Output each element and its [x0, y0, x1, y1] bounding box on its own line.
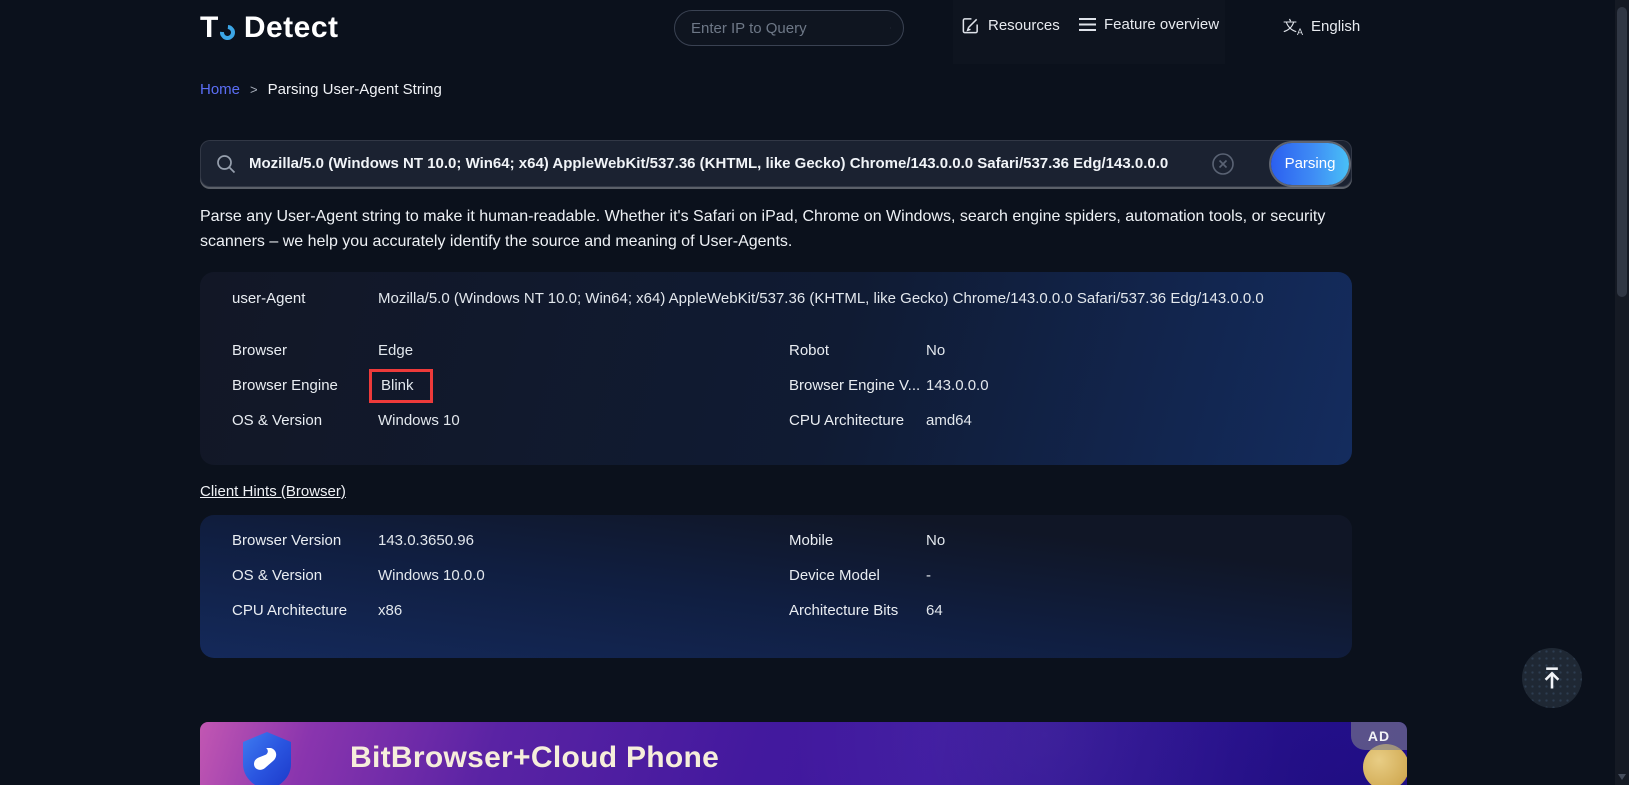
scrollbar-thumb[interactable]: [1617, 7, 1627, 297]
scrollbar-track[interactable]: [1615, 0, 1629, 785]
parsing-button[interactable]: Parsing: [1271, 143, 1349, 185]
row-value-text: Blink: [381, 377, 414, 394]
resources-icon: [961, 16, 980, 35]
nav-item-feature-overview[interactable]: Feature overview: [1079, 16, 1219, 33]
table-row: Browser Engine Blink Browser Engine V...…: [232, 377, 1320, 403]
row-label: Browser Engine V...: [789, 377, 926, 394]
row-value: Windows 10: [378, 412, 789, 429]
breadcrumb-separator: >: [250, 82, 258, 97]
row-label: Browser Engine: [232, 377, 378, 394]
row-label: Browser Version: [232, 532, 378, 549]
breadcrumb-current: Parsing User-Agent String: [268, 81, 442, 98]
nav-label: Resources: [988, 17, 1060, 34]
row-label: OS & Version: [232, 567, 378, 584]
row-value: -: [926, 567, 1320, 584]
table-row: user-Agent Mozilla/5.0 (Windows NT 10.0;…: [232, 290, 1320, 307]
language-icon: 文A: [1283, 16, 1303, 37]
menu-icon: [1079, 17, 1096, 32]
table-row: OS & Version Windows 10 CPU Architecture…: [232, 412, 1320, 429]
row-label: Architecture Bits: [789, 602, 926, 619]
row-value: amd64: [926, 412, 1320, 429]
arrow-up-to-bar-icon: [1538, 664, 1566, 692]
table-row: CPU Architecture x86 Architecture Bits 6…: [232, 602, 1320, 619]
row-value: Blink: [378, 377, 789, 403]
row-label: Mobile: [789, 532, 926, 549]
search-icon[interactable]: [890, 18, 891, 38]
ad-banner-title: BitBrowser+Cloud Phone: [350, 741, 719, 775]
ua-query-bar[interactable]: Parsing: [200, 140, 1352, 187]
row-value: Mozilla/5.0 (Windows NT 10.0; Win64; x64…: [378, 290, 1320, 307]
logo[interactable]: T Detect: [200, 11, 339, 45]
table-row: Browser Edge Robot No: [232, 342, 1320, 359]
highlight-box: Blink: [369, 369, 433, 403]
row-label: CPU Architecture: [789, 412, 926, 429]
row-label: user-Agent: [232, 290, 378, 307]
row-label: OS & Version: [232, 412, 378, 429]
clear-icon[interactable]: [1211, 152, 1235, 176]
row-label: Robot: [789, 342, 926, 359]
bitbrowser-logo-icon: [238, 730, 296, 785]
nav-label: English: [1311, 18, 1360, 35]
logo-letter-t: T: [200, 11, 219, 45]
coin-decoration: [1363, 744, 1407, 785]
row-label: Device Model: [789, 567, 926, 584]
nav-item-language[interactable]: 文A English: [1283, 16, 1360, 37]
client-hints-link[interactable]: Client Hints (Browser): [200, 483, 346, 500]
row-value: Edge: [378, 342, 789, 359]
nav-item-resources[interactable]: Resources: [961, 16, 1060, 35]
client-hints-panel: Browser Version 143.0.3650.96 Mobile No …: [200, 515, 1352, 658]
table-row: Browser Version 143.0.3650.96 Mobile No: [232, 532, 1320, 549]
row-value: x86: [378, 602, 789, 619]
row-value: 143.0.3650.96: [378, 532, 789, 549]
logo-text: Detect: [244, 11, 339, 45]
ua-query-input[interactable]: [249, 155, 1211, 172]
scroll-to-top-button[interactable]: [1522, 648, 1582, 708]
row-value: 64: [926, 602, 1320, 619]
page-description: Parse any User-Agent string to make it h…: [200, 205, 1358, 255]
breadcrumb: Home > Parsing User-Agent String: [200, 81, 442, 98]
scrollbar-down-arrow-icon[interactable]: [1618, 774, 1626, 780]
ad-badge: AD: [1351, 722, 1407, 750]
row-value: Windows 10.0.0: [378, 567, 789, 584]
ip-search-input[interactable]: [691, 20, 890, 37]
ip-search-box[interactable]: [674, 10, 904, 46]
search-icon: [215, 153, 237, 175]
row-label: CPU Architecture: [232, 602, 378, 619]
row-label: Browser: [232, 342, 378, 359]
ua-result-panel: user-Agent Mozilla/5.0 (Windows NT 10.0;…: [200, 272, 1352, 465]
nav-label: Feature overview: [1104, 16, 1219, 33]
logo-o-icon: [217, 21, 238, 42]
table-row: OS & Version Windows 10.0.0 Device Model…: [232, 567, 1320, 584]
row-value: No: [926, 532, 1320, 549]
row-value: 143.0.0.0: [926, 377, 1320, 394]
row-value: No: [926, 342, 1320, 359]
breadcrumb-home-link[interactable]: Home: [200, 81, 240, 98]
ad-banner[interactable]: BitBrowser+Cloud Phone AD: [200, 722, 1407, 785]
